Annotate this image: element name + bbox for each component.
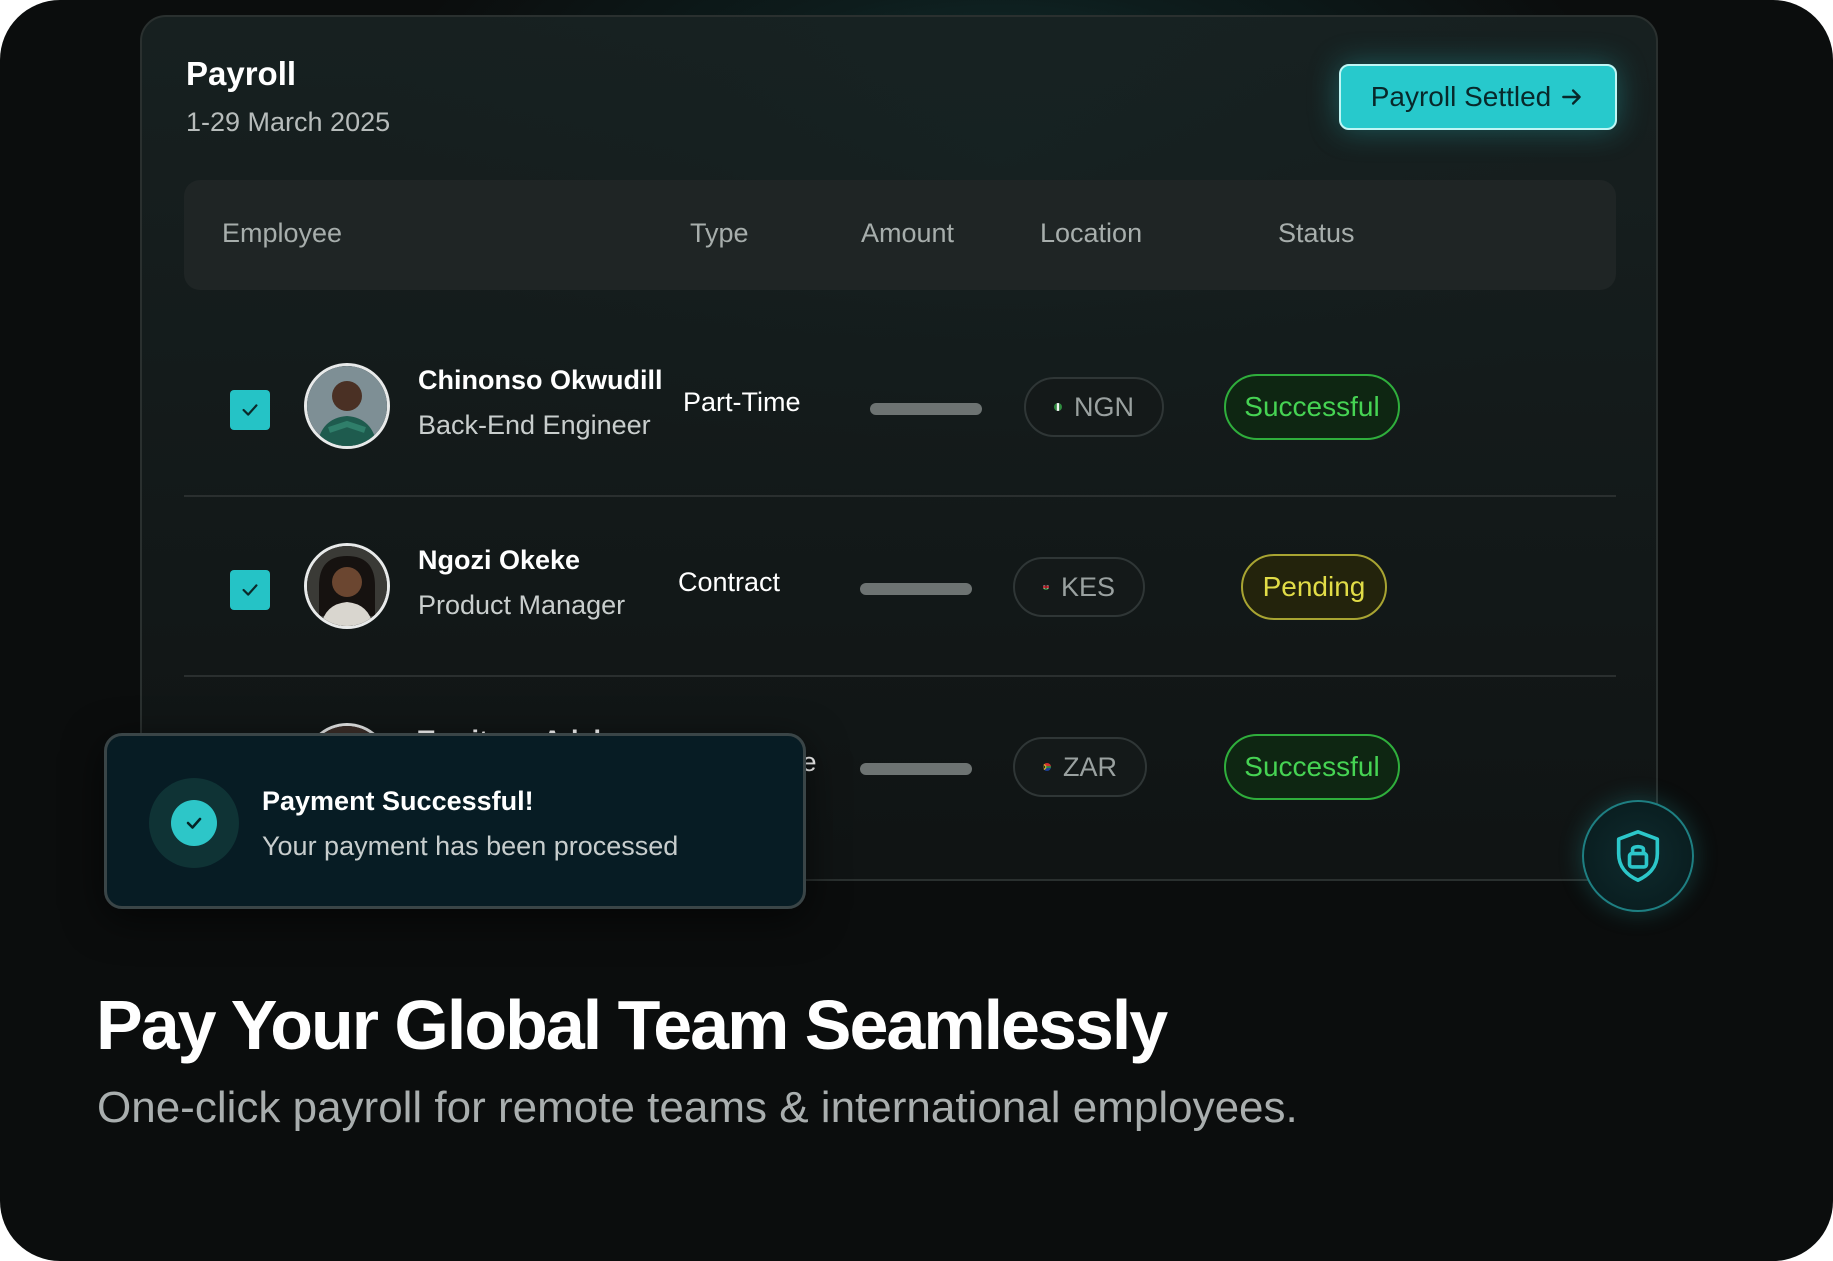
app-frame: Payroll 1-29 March 2025 Payroll Settled … [0, 0, 1833, 1261]
check-circle-icon [171, 800, 217, 846]
table-header: Employee Type Amount Location Status [184, 180, 1616, 290]
toast-title: Payment Successful! [262, 786, 534, 816]
status-badge: Pending [1241, 554, 1387, 620]
status-badge: Successful [1224, 734, 1400, 800]
employee-name: Chinonso Okwudill [418, 365, 663, 395]
payroll-settled-button[interactable]: Payroll Settled [1339, 64, 1617, 130]
avatar [304, 363, 390, 449]
arrow-right-icon [1562, 89, 1582, 105]
toast-message: Your payment has been processed [262, 831, 679, 861]
shield-lock-icon [1616, 830, 1660, 882]
security-lock-button[interactable] [1582, 800, 1694, 912]
checkmark-icon [242, 584, 258, 596]
amount-placeholder-bar [870, 403, 982, 415]
location-badge: ZAR [1013, 737, 1147, 797]
location-code: ZAR [1063, 751, 1117, 782]
employment-type: Contract [678, 567, 781, 597]
amount-placeholder-bar [860, 763, 972, 775]
employee-name: Ngozi Okeke [418, 545, 581, 575]
employee-role: Back-End Engineer [418, 410, 651, 440]
header-type: Type [690, 218, 749, 248]
table-row: Ngozi Okeke Product Manager Contract KES… [184, 497, 1616, 677]
amount-placeholder-bar [860, 583, 972, 595]
avatar [304, 543, 390, 629]
table-row: Chinonso Okwudill Back-End Engineer Part… [184, 317, 1616, 497]
location-badge: KES [1013, 557, 1145, 617]
location-code: NGN [1074, 391, 1134, 422]
toast-icon-wrap [149, 778, 239, 868]
row-checkbox[interactable] [230, 390, 270, 430]
location-badge: NGN [1024, 377, 1164, 437]
header-location: Location [1040, 218, 1143, 248]
header-status: Status [1278, 218, 1355, 248]
card-title: Payroll [186, 55, 297, 92]
payroll-settled-label: Payroll Settled [1370, 81, 1552, 112]
header-amount: Amount [861, 218, 955, 248]
payment-success-toast: Payment Successful! Your payment has bee… [104, 733, 806, 909]
checkmark-icon [242, 404, 258, 416]
employment-type: Part-Time [683, 387, 801, 417]
hero-headline: Pay Your Global Team Seamlessly [96, 986, 1168, 1064]
row-checkbox[interactable] [230, 570, 270, 610]
kenya-flag-icon [1043, 584, 1049, 590]
nigeria-flag-icon [1054, 403, 1062, 411]
location-code: KES [1060, 571, 1115, 602]
hero-subheadline: One-click payroll for remote teams & int… [97, 1083, 1298, 1132]
status-badge: Successful [1224, 374, 1400, 440]
header-employee: Employee [222, 218, 343, 248]
employee-role: Product Manager [418, 590, 626, 620]
payroll-period: 1-29 March 2025 [186, 107, 391, 137]
south-africa-flag-icon [1043, 763, 1051, 771]
